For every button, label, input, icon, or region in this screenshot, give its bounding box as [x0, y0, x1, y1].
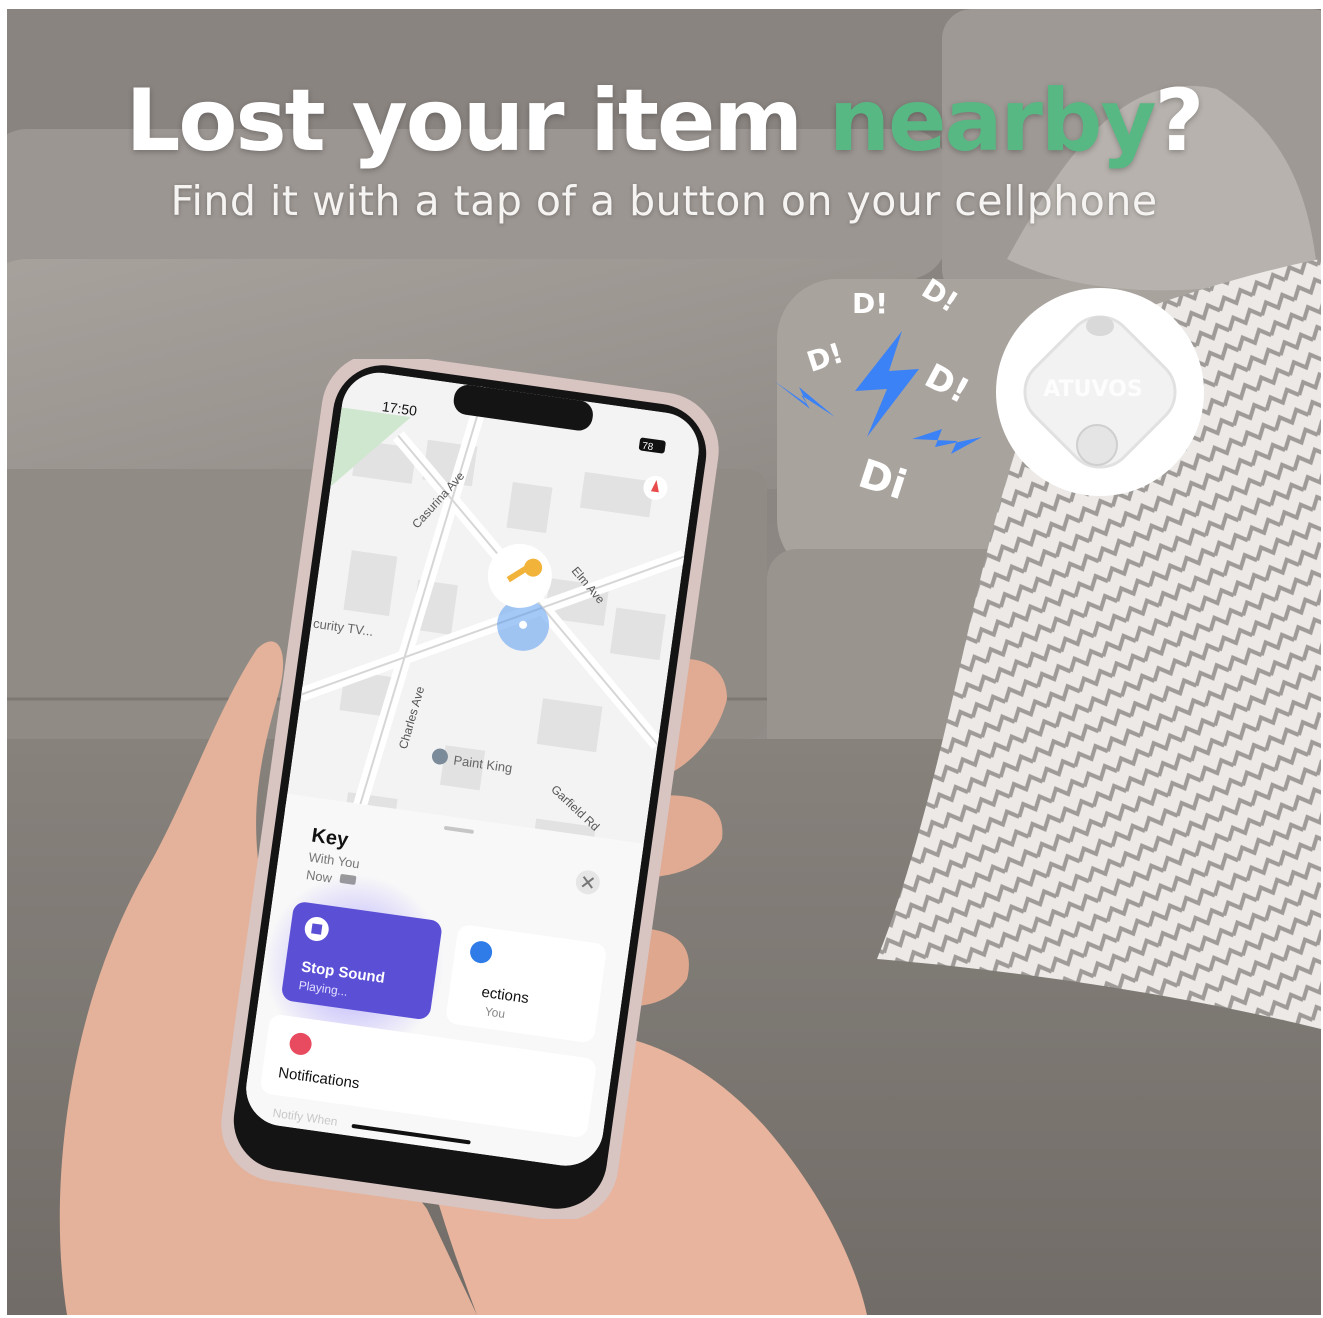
tracker-device: ATUVOS — [996, 288, 1204, 496]
directions-status: You — [484, 1004, 506, 1021]
sound-effect-1: D! — [852, 287, 889, 320]
directions-button[interactable] — [445, 924, 607, 1044]
battery-level: 78 — [641, 441, 654, 454]
headline-part1: Lost your item — [125, 71, 829, 171]
tracker-brand: ATUVOS — [1043, 377, 1142, 402]
subheadline: Find it with a tap of a button on your c… — [170, 177, 1158, 225]
headline-part2: ? — [1154, 71, 1205, 171]
headline-accent: nearby — [828, 71, 1157, 171]
phone: Casurina Ave Elm Ave Charles Ave Garfiel… — [221, 359, 719, 1219]
headline: Lost your item nearby? — [7, 71, 1321, 171]
product-photo-scene: ATUVOS Lost your item nearby? Find it wi… — [7, 9, 1321, 1315]
